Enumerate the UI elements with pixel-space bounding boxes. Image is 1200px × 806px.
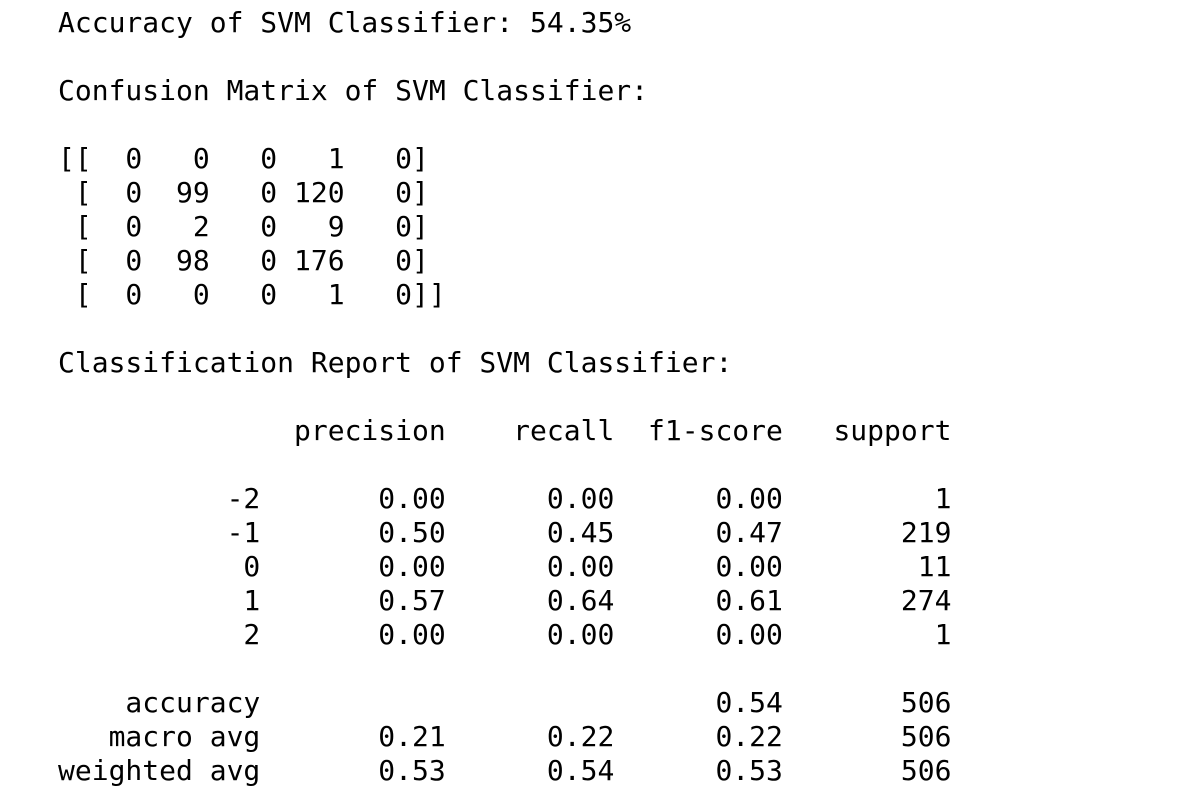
console-output: Accuracy of SVM Classifier: 54.35% Confu… <box>58 6 951 788</box>
summary-row: accuracy 0.54 506 <box>58 686 952 719</box>
summary-row: macro avg 0.21 0.22 0.22 506 <box>58 720 952 753</box>
report-row: -2 0.00 0.00 0.00 1 <box>58 482 952 515</box>
report-row: -1 0.50 0.45 0.47 219 <box>58 516 952 549</box>
accuracy-line: Accuracy of SVM Classifier: 54.35% <box>58 6 632 39</box>
confusion-matrix-row: [[ 0 0 0 1 0] <box>58 142 429 175</box>
report-row: 1 0.57 0.64 0.61 274 <box>58 584 952 617</box>
classification-report-title: Classification Report of SVM Classifier: <box>58 346 733 379</box>
confusion-matrix-row: [ 0 98 0 176 0] <box>58 244 429 277</box>
report-row: 0 0.00 0.00 0.00 11 <box>58 550 952 583</box>
report-header: precision recall f1-score support <box>58 414 952 447</box>
confusion-matrix-row: [ 0 2 0 9 0] <box>58 210 429 243</box>
confusion-matrix-row: [ 0 0 0 1 0]] <box>58 278 446 311</box>
report-row: 2 0.00 0.00 0.00 1 <box>58 618 952 651</box>
confusion-matrix-row: [ 0 99 0 120 0] <box>58 176 429 209</box>
confusion-matrix-title: Confusion Matrix of SVM Classifier: <box>58 74 649 107</box>
summary-row: weighted avg 0.53 0.54 0.53 506 <box>58 754 952 787</box>
